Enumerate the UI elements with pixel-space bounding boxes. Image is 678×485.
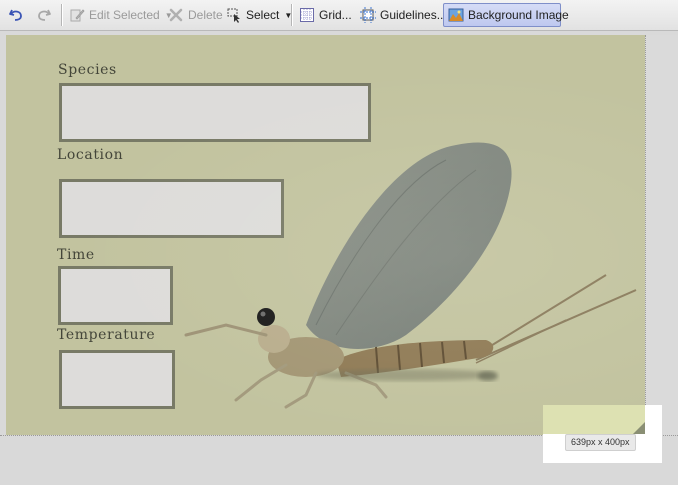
grid-button[interactable]: Grid... <box>295 3 356 27</box>
grid-icon <box>299 7 315 23</box>
select-button[interactable]: Select ▼ <box>222 3 296 27</box>
canvas-size-panel: 639px x 400px <box>543 405 662 463</box>
temperature-label: Temperature <box>57 327 156 343</box>
toolbar-separator <box>291 4 293 26</box>
edit-selected-label: Edit Selected <box>89 8 160 22</box>
temperature-field[interactable] <box>59 350 175 409</box>
delete-button[interactable]: Delete <box>164 3 227 27</box>
redo-button[interactable] <box>32 3 56 27</box>
time-label: Time <box>57 247 95 263</box>
redo-arrow-icon <box>36 7 52 23</box>
location-field[interactable] <box>59 179 284 238</box>
toolbar-separator <box>61 4 63 26</box>
undo-button[interactable] <box>4 3 28 27</box>
canvas-size-label: 639px x 400px <box>565 434 636 451</box>
select-label: Select <box>246 8 280 22</box>
resize-handle-icon[interactable] <box>633 422 645 434</box>
location-label: Location <box>57 147 124 163</box>
toolbar: Edit Selected ▼ Delete Select ▼ Grid... … <box>0 0 678 31</box>
grid-label: Grid... <box>319 8 352 22</box>
time-field[interactable] <box>58 266 173 325</box>
species-field[interactable] <box>59 83 371 142</box>
edit-pencil-icon <box>69 7 85 23</box>
guidelines-icon <box>360 7 376 23</box>
canvas-margin-right <box>645 35 678 435</box>
background-image-label: Background Image <box>468 8 569 22</box>
form-canvas[interactable]: Species Location Time Temperature <box>6 35 645 435</box>
delete-x-icon <box>168 7 184 23</box>
species-label: Species <box>58 62 117 78</box>
image-icon <box>448 7 464 23</box>
guidelines-label: Guidelines... <box>380 8 447 22</box>
undo-arrow-icon <box>8 7 24 23</box>
delete-label: Delete <box>188 8 223 22</box>
guidelines-button[interactable]: Guidelines... <box>356 3 451 27</box>
canvas-corner-swatch <box>543 405 645 434</box>
edit-selected-button[interactable]: Edit Selected ▼ <box>65 3 177 27</box>
select-tool-icon <box>226 7 242 23</box>
background-image-button[interactable]: Background Image <box>443 3 569 27</box>
